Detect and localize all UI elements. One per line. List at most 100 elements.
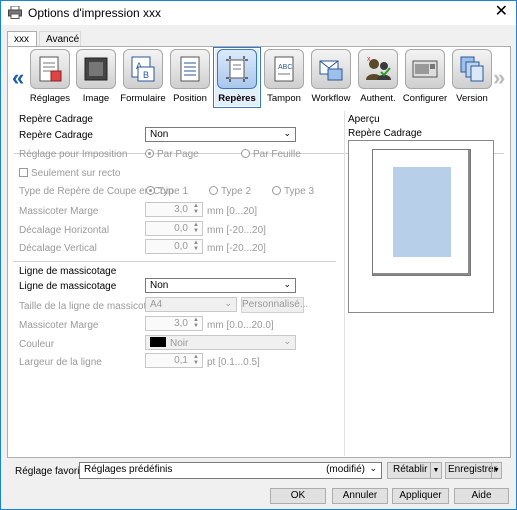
tool-image[interactable]: Image [74,49,118,106]
apply-button[interactable]: Appliquer [392,488,449,504]
chevron-down-icon: ⌄ [369,463,377,473]
preview-page [373,150,470,275]
restore-label: Rétablir [393,464,428,475]
window-title: Options d'impression xxx [28,6,162,20]
size-select[interactable]: A4 ⌄ [145,297,237,312]
printer-config-icon [412,60,438,78]
favorite-select[interactable]: Réglages prédéfinis (modifié) ⌄ [79,462,382,479]
svg-text:x: x [367,56,371,63]
save-button[interactable]: Enregistrer ▼ [445,462,502,479]
checkbox-icon [19,168,28,177]
tool-tampon[interactable]: ABC Tampon [262,49,306,106]
tool-label: Version [456,93,488,104]
help-button[interactable]: Aide [454,488,509,504]
cancel-button[interactable]: Annuler [332,488,388,504]
h-offset-spinner[interactable]: 0,0 ▲ ▼ [145,221,203,236]
tool-reperes[interactable]: Repères [213,47,261,108]
crop-mark-value: Non [150,129,169,140]
v-offset-label: Décalage Vertical [19,243,97,254]
scroll-left-icon[interactable]: « [12,65,24,91]
form-icon: AB [131,56,155,82]
image-icon [84,57,108,81]
type2-label: Type 2 [221,186,252,197]
v-offset-unit: mm [-20...20] [207,243,266,254]
spinner-arrows-icon[interactable]: ▲ ▼ [191,317,201,330]
preview-canvas [348,140,494,313]
per-page-radio[interactable]: Par Page [145,149,199,160]
close-icon[interactable]: ✕ [495,3,508,21]
favorite-label: Réglage favori [15,466,80,477]
trim-line-margin-value: 3,0 [174,318,188,329]
spinner-arrows-icon[interactable]: ▲ ▼ [191,240,201,253]
imposition-label: Réglage pour Imposition [19,149,128,160]
radio-icon [145,149,154,158]
h-offset-unit: mm [-20...20] [207,225,266,236]
dropdown-arrow-icon[interactable]: ▼ [430,463,441,478]
tool-version[interactable]: Version [450,49,494,106]
color-swatch [150,337,166,347]
ok-button[interactable]: OK [270,488,326,504]
trim-line-margin-spinner[interactable]: 3,0 ▲ ▼ [145,316,203,331]
tool-configurer[interactable]: Configurer [403,49,447,106]
chevron-down-icon: ⌄ [283,128,291,138]
radio-icon [209,186,218,195]
crop-marks-icon [226,56,248,82]
spinner-arrows-icon[interactable]: ▲ ▼ [191,203,201,216]
preview-image [393,167,451,257]
svg-text:B: B [143,70,149,80]
trim-margin-spinner[interactable]: 3,0 ▲ ▼ [145,202,203,217]
tool-position[interactable]: Position [168,49,212,106]
radio-icon [241,149,250,158]
stamp-icon: ABC [274,56,294,82]
settings-doc-icon [39,56,62,82]
favorite-status: (modifié) [326,464,365,475]
radio-icon [146,186,155,195]
front-only-label: Seulement sur recto [31,168,121,179]
h-offset-value: 0,0 [174,223,188,234]
front-only-checkbox[interactable]: Seulement sur recto [19,168,121,179]
spinner-arrows-icon[interactable]: ▲ ▼ [191,354,201,367]
type2-radio[interactable]: Type 2 [209,186,251,197]
radio-icon [272,186,281,195]
spinner-arrows-icon[interactable]: ▲ ▼ [191,222,201,235]
group-divider [13,261,336,262]
color-select[interactable]: Noir ⌄ [145,335,296,350]
tool-formulaire[interactable]: AB Formulaire [120,49,166,106]
color-value: Noir [170,338,189,349]
favorite-value: Réglages prédéfinis [84,464,173,475]
tool-authent[interactable]: x Authent. [356,49,400,106]
version-icon [460,56,484,82]
trim-line-margin-unit: mm [0.0...20.0] [207,320,274,331]
trim-margin-unit: mm [0...20] [207,206,258,217]
type1-label: Type 1 [158,186,189,197]
crop-mark-select[interactable]: Non ⌄ [145,127,296,142]
crop-mark-label: Repère Cadrage [19,130,93,141]
h-offset-label: Décalage Horizontal [19,225,110,236]
v-offset-spinner[interactable]: 0,0 ▲ ▼ [145,239,203,254]
restore-button[interactable]: Rétablir ▼ [387,462,442,479]
scroll-right-icon[interactable]: » [493,65,505,91]
custom-size-button[interactable]: Personnalisé... [241,297,308,313]
size-value: A4 [150,299,163,310]
chevron-down-icon: ⌄ [283,279,291,289]
type3-radio[interactable]: Type 3 [272,186,314,197]
trim-line-group-title: Ligne de massicotage [19,266,117,277]
per-sheet-radio[interactable]: Par Feuille [241,149,301,160]
v-offset-value: 0,0 [174,241,188,252]
trim-margin-label: Massicoter Marge [19,206,99,217]
tool-workflow[interactable]: Workflow [309,49,353,106]
tab-avance[interactable]: Avancé [39,31,81,47]
line-width-spinner[interactable]: 0,1 ▲ ▼ [145,353,203,368]
svg-text:ABC: ABC [278,64,292,71]
trim-line-margin-label: Massicoter Marge [19,320,99,331]
print-options-window: Options d'impression xxx ✕ xxx Avancé « … [0,0,517,510]
type1-radio[interactable]: Type 1 [146,186,188,197]
trim-line-label: Ligne de massicotage [19,281,117,292]
workflow-icon [319,60,343,81]
chevron-down-icon: ⌄ [224,298,232,308]
trim-line-select[interactable]: Non ⌄ [145,278,296,293]
line-width-value: 0,1 [174,355,188,366]
dropdown-arrow-icon[interactable]: ▼ [491,463,501,478]
authentication-icon: x [366,56,391,80]
crop-marks-group-title: Repère Cadrage [19,114,93,125]
